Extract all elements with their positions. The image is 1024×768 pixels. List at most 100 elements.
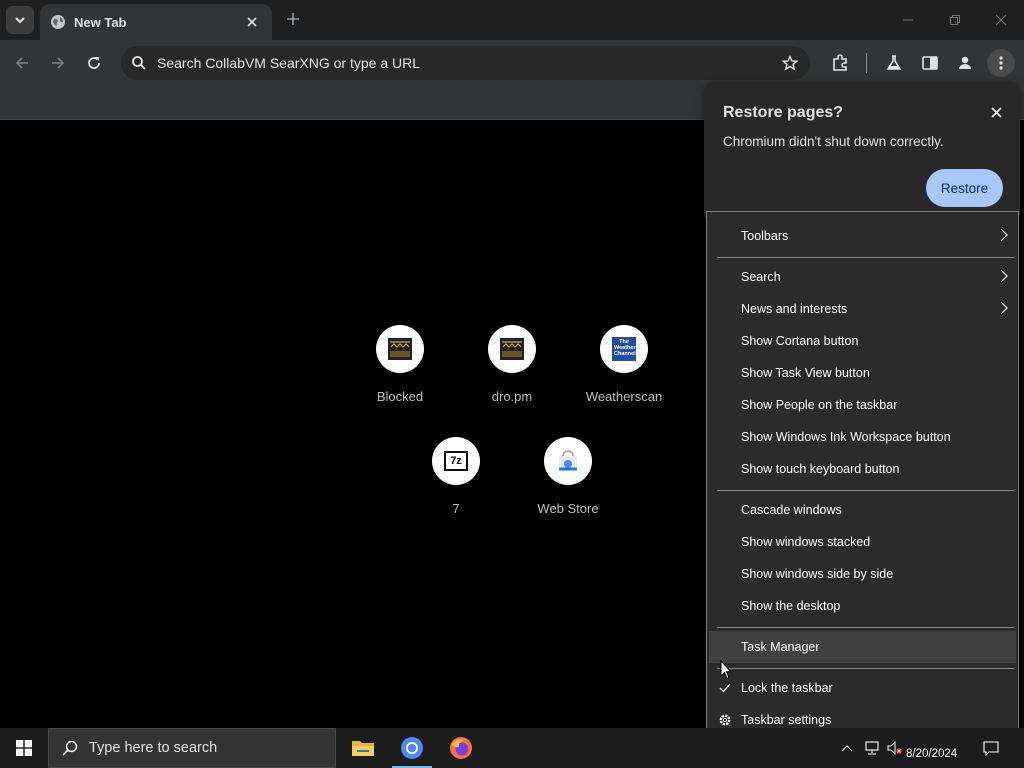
search-icon (132, 56, 146, 70)
taskbar-file-explorer[interactable] (339, 728, 387, 768)
restore-close-button[interactable] (986, 102, 1006, 122)
tab-close-button[interactable] (242, 12, 262, 32)
chevron-right-icon (1000, 228, 1008, 242)
chevron-down-icon (15, 17, 25, 24)
flask-icon (886, 55, 902, 70)
more-vertical-icon (999, 56, 1003, 70)
restore-window-button[interactable] (938, 6, 972, 34)
taskbar-context-menu: Toolbars Search News and interests Show … (706, 211, 1019, 744)
menu-item-show-task-view[interactable]: Show Task View button (707, 357, 1018, 389)
menu-item-show-ink-workspace[interactable]: Show Windows Ink Workspace button (707, 421, 1018, 453)
menu-item-show-touch-keyboard[interactable]: Show touch keyboard button (707, 453, 1018, 485)
menu-item-label: Show windows stacked (741, 535, 871, 549)
web-store-icon (559, 450, 577, 471)
shortcut-tile[interactable]: Blocked (355, 325, 445, 404)
menu-item-label: News and interests (741, 302, 848, 316)
menu-item-show-desktop[interactable]: Show the desktop (707, 590, 1018, 622)
blocked-site-icon (388, 338, 412, 360)
weather-channel-logo: The Weather Channel (612, 337, 636, 361)
tray-overflow-button[interactable] (838, 728, 856, 768)
shortcut-icon (544, 437, 592, 485)
shortcut-icon (488, 325, 536, 373)
taskbar-firefox[interactable] (437, 728, 485, 768)
side-panel-icon (922, 56, 938, 70)
restore-message: Chromium didn't shut down correctly. (723, 134, 944, 149)
chromium-icon (401, 737, 423, 759)
windows-taskbar: Type here to search 8/20/2024 (0, 728, 1024, 768)
tray-volume-button[interactable] (885, 728, 905, 768)
menu-item-windows-side-by-side[interactable]: Show windows side by side (707, 558, 1018, 590)
menu-item-show-people[interactable]: Show People on the taskbar (707, 389, 1018, 421)
speaker-muted-icon (887, 741, 902, 755)
menu-item-task-manager[interactable]: Task Manager (709, 631, 1016, 663)
taskbar-search-placeholder: Type here to search (89, 740, 218, 756)
browser-menu-button[interactable] (987, 49, 1015, 77)
menu-item-label: Show the desktop (741, 599, 841, 613)
shortcut-tile[interactable]: 7z 7 (411, 437, 501, 516)
menu-item-label: Toolbars (741, 229, 789, 243)
person-icon (959, 56, 971, 69)
restore-title: Restore pages? (723, 104, 844, 121)
dropm-site-icon (500, 338, 524, 360)
menu-item-cascade-windows[interactable]: Cascade windows (707, 494, 1018, 526)
shortcut-tile[interactable]: dro.pm (467, 325, 557, 404)
shortcut-tile[interactable]: Web Store (523, 437, 613, 516)
start-button[interactable] (0, 728, 48, 768)
sevenzip-logo: 7z (444, 451, 468, 471)
menu-item-label: Show Cortana button (741, 334, 859, 348)
windows-logo-icon (16, 740, 32, 756)
network-icon (865, 741, 879, 755)
shortcut-label: dro.pm (491, 389, 533, 404)
menu-item-label: Show People on the taskbar (741, 398, 898, 412)
menu-item-windows-stacked[interactable]: Show windows stacked (707, 526, 1018, 558)
action-center-button[interactable] (978, 728, 1004, 768)
taskbar-chromium[interactable] (388, 728, 436, 768)
plus-icon (287, 13, 299, 25)
mouse-cursor-icon (720, 660, 732, 680)
reload-button[interactable] (80, 49, 108, 77)
labs-button[interactable] (880, 49, 908, 77)
new-tab-button[interactable] (282, 8, 304, 30)
shortcut-label: 7 (452, 501, 460, 516)
tab-title: New Tab (74, 14, 127, 30)
restore-button[interactable]: Restore (926, 169, 1003, 207)
tab-new-tab[interactable]: New Tab (40, 4, 272, 40)
forward-button[interactable] (44, 49, 72, 77)
address-bar-placeholder: Search CollabVM SearXNG or type a URL (157, 55, 420, 71)
star-icon (782, 55, 798, 71)
tray-network-button[interactable] (862, 728, 882, 768)
menu-item-news-and-interests[interactable]: News and interests (707, 293, 1018, 325)
notification-icon (983, 741, 999, 756)
folder-icon (352, 741, 374, 756)
menu-item-label: Taskbar settings (741, 713, 832, 727)
menu-separator (717, 490, 1014, 491)
chevron-up-icon (841, 745, 853, 752)
menu-item-label: Show touch keyboard button (741, 462, 900, 476)
menu-item-search[interactable]: Search (707, 261, 1018, 293)
menu-item-lock-taskbar[interactable]: Lock the taskbar (707, 672, 1018, 704)
shortcut-tile[interactable]: The Weather Channel Weatherscan (579, 325, 669, 404)
shortcut-icon: The Weather Channel (600, 325, 648, 373)
side-panel-button[interactable] (916, 49, 944, 77)
menu-item-toolbars[interactable]: Toolbars (707, 220, 1018, 252)
tab-search-button[interactable] (6, 6, 34, 34)
reload-icon (88, 57, 100, 69)
taskbar-search-box[interactable]: Type here to search (48, 728, 336, 768)
shortcut-label: Blocked (376, 389, 424, 404)
bookmark-star-button[interactable] (776, 49, 804, 77)
extensions-button[interactable] (826, 49, 854, 77)
profile-button[interactable] (951, 49, 979, 77)
taskbar-clock-date[interactable]: 8/20/2024 (906, 748, 957, 760)
menu-item-show-cortana[interactable]: Show Cortana button (707, 325, 1018, 357)
menu-item-label: Search (741, 270, 781, 284)
puzzle-icon (833, 54, 847, 71)
arrow-right-icon (52, 57, 65, 69)
close-window-button[interactable] (984, 6, 1018, 34)
address-bar[interactable]: Search CollabVM SearXNG or type a URL (121, 46, 810, 80)
minimize-button[interactable] (891, 6, 925, 34)
restore-window-icon (950, 15, 960, 25)
menu-item-label: Task Manager (741, 640, 820, 654)
tab-strip: New Tab (0, 0, 1024, 40)
close-icon (247, 17, 257, 27)
back-button[interactable] (8, 49, 36, 77)
